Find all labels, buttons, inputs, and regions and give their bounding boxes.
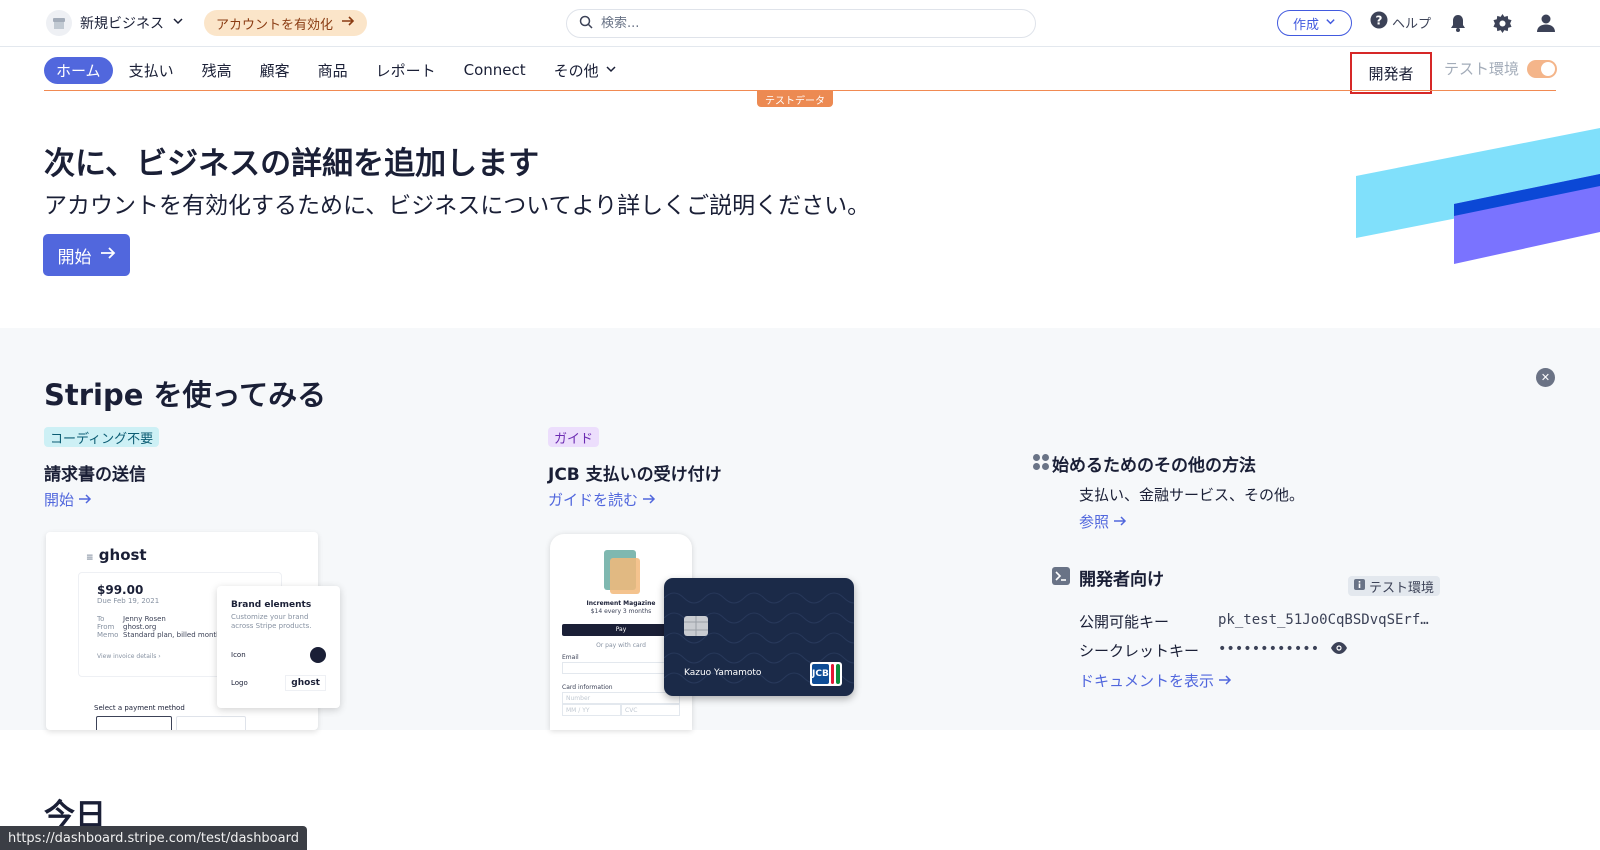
activate-account-button[interactable]: アカウントを有効化 [204, 10, 368, 36]
link-label: 開始 [44, 491, 75, 509]
nav-more-label: その他 [553, 61, 599, 80]
help-button[interactable]: ? ヘルプ [1370, 11, 1431, 33]
browser-status-bar: https://dashboard.stripe.com/test/dashbo… [0, 826, 307, 850]
nav-products[interactable]: 商品 [306, 57, 360, 84]
business-switcher[interactable]: 新規ビジネス [46, 10, 184, 36]
search-bar[interactable] [566, 9, 1036, 38]
developers-section-label: 開発者向け [1079, 570, 1164, 590]
hero-title: 次に、ビジネスの詳細を追加します [44, 146, 540, 182]
store-icon [46, 10, 72, 36]
nav-more[interactable]: その他 [542, 57, 629, 84]
other-ways-label: 始めるためのその他の方法 [1052, 456, 1256, 476]
test-data-badge: テストデータ [757, 91, 833, 107]
decorative-stripes [1356, 128, 1600, 264]
search-icon [579, 14, 593, 33]
toggle-switch[interactable] [1527, 59, 1558, 78]
jcb-card-illustration: Kazuo Yamamoto JCB [664, 578, 854, 696]
guide-badge: ガイド [548, 427, 600, 447]
arrow-right-icon [1218, 672, 1232, 690]
nav-customers[interactable]: 顧客 [248, 57, 302, 84]
svg-text:?: ? [1376, 14, 1383, 28]
arrow-right-icon [1113, 513, 1127, 531]
gear-icon[interactable] [1491, 12, 1513, 34]
close-icon[interactable]: ✕ [1536, 368, 1555, 387]
nav-reports[interactable]: レポート [364, 57, 448, 84]
secret-key-label: シークレットキー [1079, 642, 1200, 660]
nav-connect[interactable]: Connect [452, 58, 538, 82]
arrow-right-icon [100, 245, 116, 265]
link-label: ガイドを読む [548, 491, 639, 509]
brand-elements-card: Brand elements Customize your brand acro… [217, 586, 340, 708]
public-key-value[interactable]: pk_test_51Jo0CqBSDvqSErf… [1218, 612, 1429, 628]
ghost-logo: ≡ ghost [86, 546, 147, 564]
create-button[interactable]: 作成 [1277, 10, 1352, 36]
section-title: Stripe を使ってみる [44, 378, 327, 412]
link-label: ドキュメントを表示 [1079, 672, 1215, 690]
create-label: 作成 [1292, 17, 1319, 33]
help-icon: ? [1370, 11, 1388, 33]
developers-section-title: 開発者向け [1052, 565, 1164, 590]
top-bar: 新規ビジネス アカウントを有効化 作成 ? ヘルプ [0, 0, 1600, 47]
test-mode-label: テスト環境 [1444, 60, 1520, 78]
no-code-badge: コーディング不要 [44, 427, 160, 447]
chevron-down-icon [172, 15, 184, 31]
search-input[interactable] [601, 16, 1021, 31]
arrow-right-icon [341, 15, 355, 31]
send-invoice-title: 請求書の送信 [44, 465, 146, 485]
nav-payments[interactable]: 支払い [117, 57, 186, 84]
activate-label: アカウントを有効化 [216, 17, 334, 33]
notifications-bell-icon[interactable] [1447, 12, 1469, 34]
apps-grid-icon [1032, 453, 1050, 476]
help-label: ヘルプ [1392, 16, 1432, 32]
test-mode-toggle[interactable]: テスト環境 [1444, 58, 1558, 79]
chevron-down-icon [1325, 16, 1336, 31]
cardholder-name: Kazuo Yamamoto [684, 668, 762, 678]
start-button[interactable]: 開始 [43, 234, 130, 276]
jcb-title: JCB 支払いの受け付け [548, 465, 722, 485]
developers-link[interactable]: 開発者 [1350, 52, 1432, 94]
nav-balances[interactable]: 残高 [190, 57, 244, 84]
start-label: 開始 [57, 247, 92, 268]
nav-home[interactable]: ホーム [44, 56, 113, 84]
arrow-right-icon [78, 491, 92, 509]
browse-link[interactable]: 参照 [1079, 511, 1127, 532]
env-badge: テスト環境 [1348, 576, 1441, 596]
main-nav: ホーム 支払い 残高 顧客 商品 レポート Connect その他 [44, 55, 633, 85]
business-name: 新規ビジネス [80, 16, 164, 32]
info-icon [1354, 578, 1365, 594]
public-key-label: 公開可能キー [1079, 613, 1170, 631]
payment-option-bank [176, 716, 246, 730]
user-profile-icon[interactable] [1535, 12, 1557, 34]
terminal-icon [1052, 567, 1070, 590]
payment-method-label: Select a payment method [94, 704, 185, 712]
read-guide-link[interactable]: ガイドを読む [548, 489, 656, 510]
view-docs-link[interactable]: ドキュメントを表示 [1079, 670, 1232, 691]
apple-pay-button: Pay [562, 624, 680, 636]
getting-started-section: Stripe を使ってみる ✕ コーディング不要 請求書の送信 開始 ガイド J… [0, 328, 1600, 730]
link-label: 参照 [1079, 513, 1110, 531]
other-ways-desc: 支払い、金融サービス、その他。 [1079, 486, 1305, 504]
arrow-right-icon [642, 491, 656, 509]
secret-key-value: •••••••••••• [1218, 641, 1320, 657]
env-badge-label: テスト環境 [1369, 580, 1435, 596]
other-ways-title: 始めるためのその他の方法 [1033, 451, 1256, 476]
payment-option-card [96, 716, 172, 730]
brand-icon-sample [310, 647, 326, 664]
hero-subtitle: アカウントを有効化するために、ビジネスについてより詳しくご説明ください。 [44, 193, 871, 219]
chevron-down-icon [605, 61, 617, 79]
jcb-logo-icon: JCB [810, 662, 842, 686]
eye-icon[interactable] [1330, 640, 1348, 659]
send-invoice-start-link[interactable]: 開始 [44, 489, 92, 510]
developers-label: 開発者 [1368, 64, 1414, 83]
